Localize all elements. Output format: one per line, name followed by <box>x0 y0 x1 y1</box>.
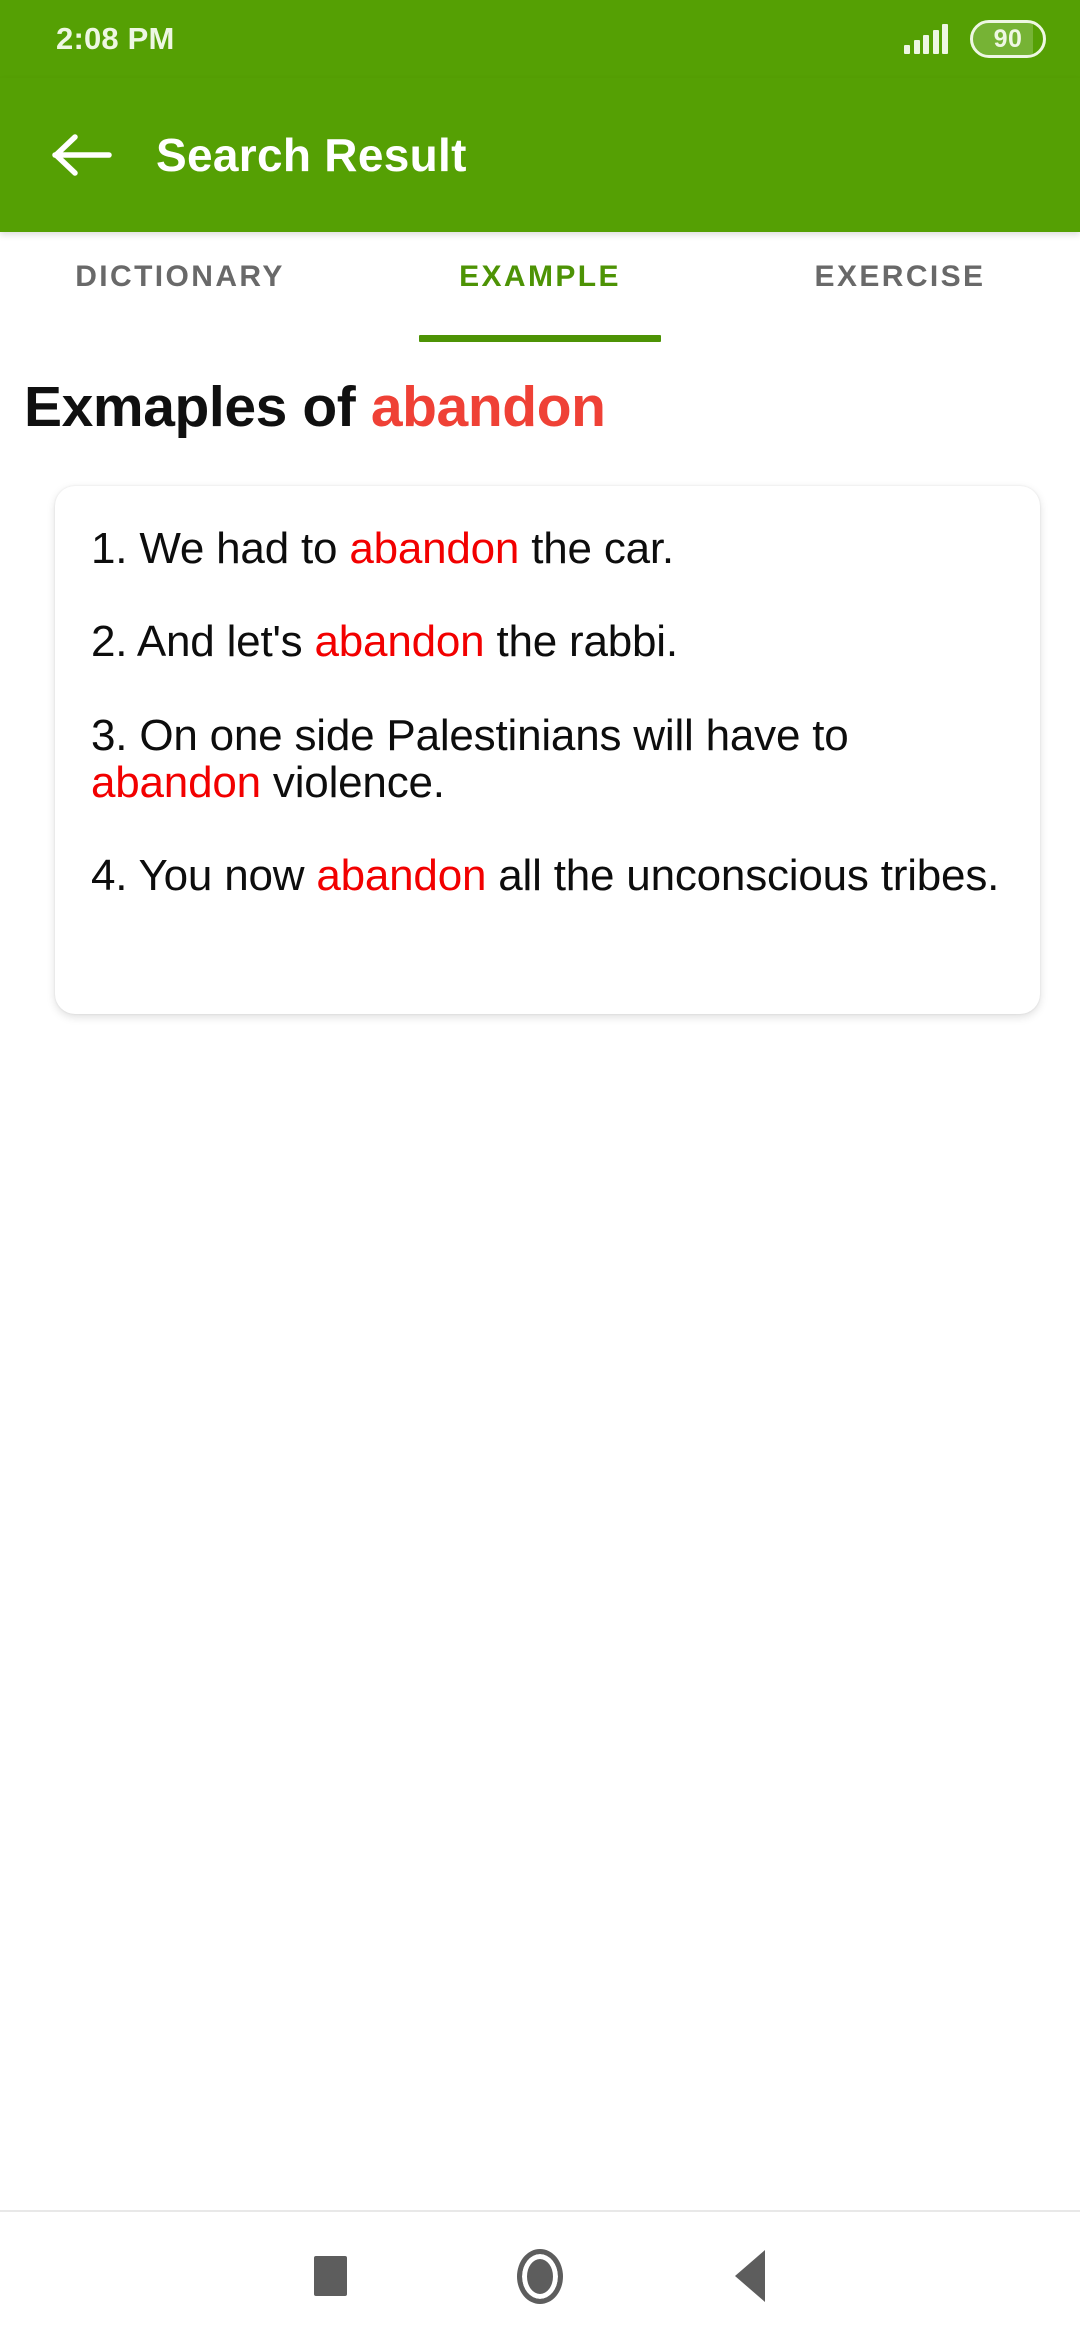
example-text-after: the car. <box>519 523 674 573</box>
status-bar-clock: 2:08 PM <box>56 21 175 56</box>
example-number: 1. <box>91 523 128 573</box>
app-bar: Search Result <box>0 78 1080 232</box>
cellular-signal-icon <box>904 24 948 54</box>
recents-button[interactable] <box>225 2211 435 2340</box>
examples-card: 1. We had to abandon the car. 2. And let… <box>55 485 1040 1014</box>
example-number: 2. <box>91 617 128 667</box>
example-text-after: the rabbi. <box>484 617 678 667</box>
status-bar: 2:08 PM 90 <box>0 0 1080 78</box>
phone-screen: 2:08 PM 90 Search Result DICTIONARY EXAM… <box>0 0 1080 2340</box>
tab-dictionary-label: DICTIONARY <box>75 260 285 293</box>
android-navigation-bar <box>0 2210 1080 2340</box>
examples-heading-prefix: Exmaples of <box>24 375 371 439</box>
tab-example-label: EXAMPLE <box>459 260 621 293</box>
page-title: Search Result <box>156 129 467 181</box>
example-keyword: abandon <box>314 617 485 667</box>
back-button[interactable] <box>46 118 120 192</box>
battery-level-label: 90 <box>993 24 1023 53</box>
examples-heading: Exmaples of abandon <box>24 376 1080 439</box>
list-item: 2. And let's abandon the rabbi. <box>91 617 1004 667</box>
example-text-before: On one side Palestinians will have to <box>127 710 849 760</box>
list-item: 4. You now abandon all the unconscious t… <box>91 851 1004 901</box>
example-text-after: all the unconscious tribes. <box>486 851 1000 901</box>
tab-example[interactable]: EXAMPLE <box>360 232 720 342</box>
example-number: 3. <box>91 710 128 760</box>
content-area: Exmaples of abandon 1. We had to abandon… <box>0 342 1080 2210</box>
tab-exercise-label: EXERCISE <box>814 260 986 293</box>
circle-home-icon <box>517 2248 563 2304</box>
status-bar-indicators: 90 <box>904 20 1046 58</box>
list-item: 3. On one side Palestinians will have to… <box>91 710 1004 807</box>
square-recents-icon <box>313 2256 347 2296</box>
example-text-before: You now <box>127 851 317 901</box>
list-item: 1. We had to abandon the car. <box>91 523 1004 573</box>
tab-active-indicator <box>419 335 661 342</box>
triangle-back-icon <box>735 2250 765 2302</box>
tab-bar: DICTIONARY EXAMPLE EXERCISE <box>0 232 1080 342</box>
battery-icon: 90 <box>970 20 1046 58</box>
tab-exercise[interactable]: EXERCISE <box>720 232 1080 342</box>
back-nav-button[interactable] <box>645 2211 855 2340</box>
example-keyword: abandon <box>316 851 487 901</box>
example-text-before: We had to <box>127 523 350 573</box>
example-keyword: abandon <box>349 523 520 573</box>
example-text-after: violence. <box>260 757 445 807</box>
arrow-left-icon <box>51 131 115 179</box>
tab-dictionary[interactable]: DICTIONARY <box>0 232 360 342</box>
home-button[interactable] <box>435 2211 645 2340</box>
example-text-before: And let's <box>127 617 315 667</box>
example-number: 4. <box>91 851 128 901</box>
example-keyword: abandon <box>91 757 261 807</box>
examples-heading-keyword: abandon <box>370 375 606 439</box>
